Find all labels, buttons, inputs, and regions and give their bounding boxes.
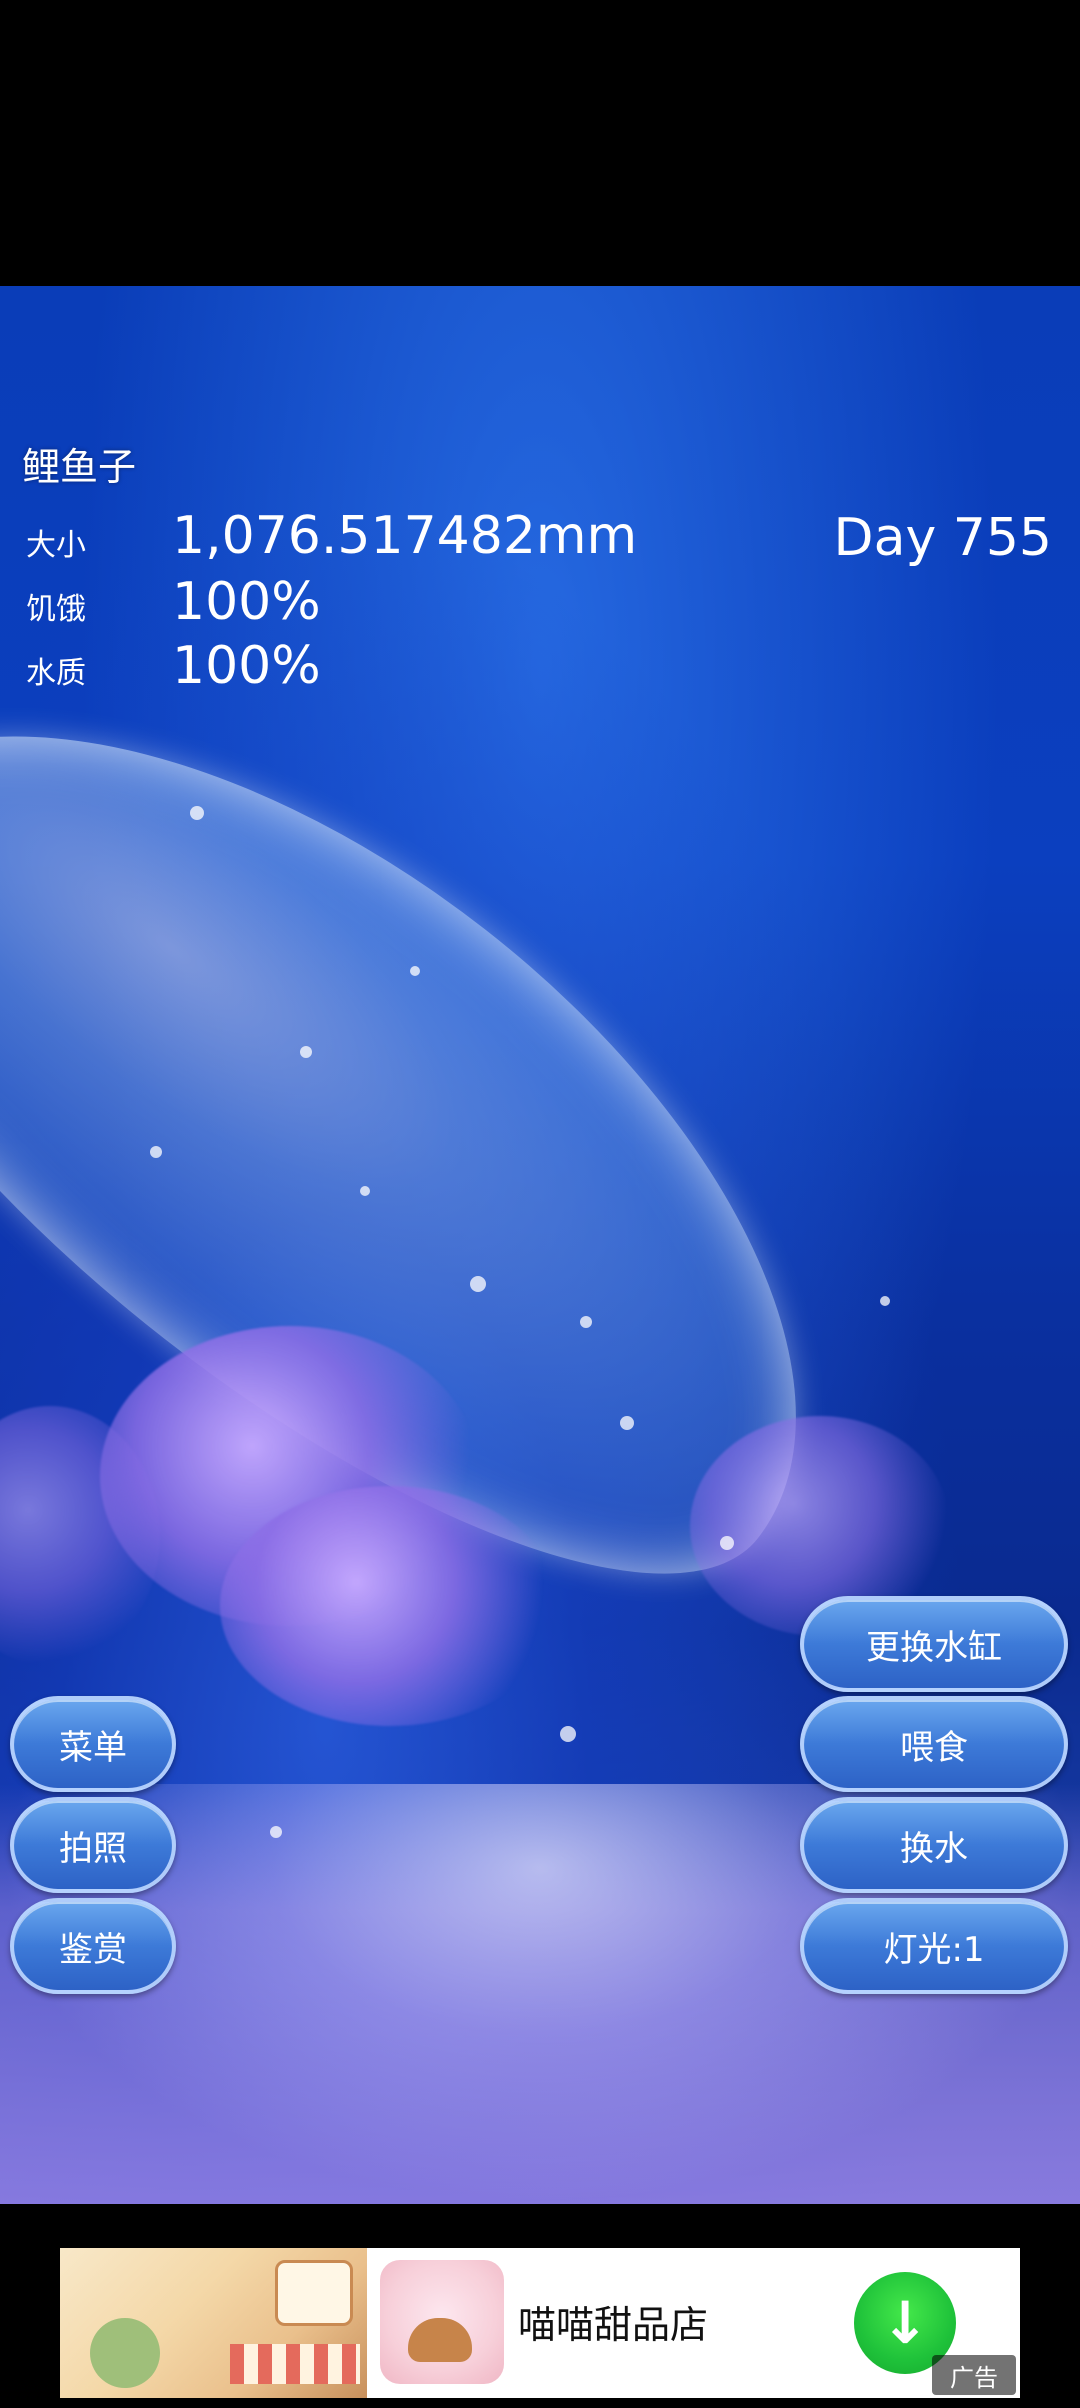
bubble [880, 1296, 890, 1306]
change-tank-button[interactable]: 更换水缸 [800, 1596, 1068, 1692]
bubble [150, 1146, 162, 1158]
hunger-label: 饥饿 [26, 592, 86, 627]
water-quality-label: 水质 [26, 656, 86, 691]
bubble [190, 806, 204, 820]
pastry-icon [408, 2318, 472, 2362]
tree-illustration [90, 2318, 160, 2388]
feed-button[interactable]: 喂食 [800, 1696, 1068, 1792]
ad-label: 广告 [932, 2355, 1016, 2395]
bubble [720, 1536, 734, 1550]
ad-banner[interactable]: 喵喵甜品店 ↓ [60, 2248, 1020, 2398]
bubble [300, 1046, 312, 1058]
awning-illustration [230, 2344, 360, 2384]
bubble [470, 1276, 486, 1292]
bubble [620, 1416, 634, 1430]
status-bar-area [0, 0, 1080, 286]
bubble [410, 966, 420, 976]
download-arrow-icon: ↓ [880, 2289, 930, 2357]
menu-button[interactable]: 菜单 [10, 1696, 176, 1792]
bubble [560, 1726, 576, 1742]
bubble [270, 1826, 282, 1838]
coral-left-lower [220, 1486, 560, 1726]
app-icon[interactable] [380, 2260, 504, 2384]
size-label: 大小 [26, 528, 86, 563]
water-quality-value: 100% [172, 636, 321, 696]
shop-sign-illustration [275, 2260, 353, 2326]
ad-title[interactable]: 喵喵甜品店 [518, 2294, 708, 2349]
ad-shop-illustration[interactable] [60, 2248, 367, 2398]
light-button[interactable]: 灯光:1 [800, 1898, 1068, 1994]
gallery-button[interactable]: 鉴赏 [10, 1898, 176, 1994]
size-value: 1,076.517482mm [172, 506, 638, 566]
fish-name: 鲤鱼子 [22, 445, 137, 489]
bubble [580, 1316, 592, 1328]
photo-button[interactable]: 拍照 [10, 1797, 176, 1893]
hunger-value: 100% [172, 572, 321, 632]
change-water-button[interactable]: 换水 [800, 1797, 1068, 1893]
day-counter: Day 755 [833, 508, 1052, 568]
bubble [360, 1186, 370, 1196]
